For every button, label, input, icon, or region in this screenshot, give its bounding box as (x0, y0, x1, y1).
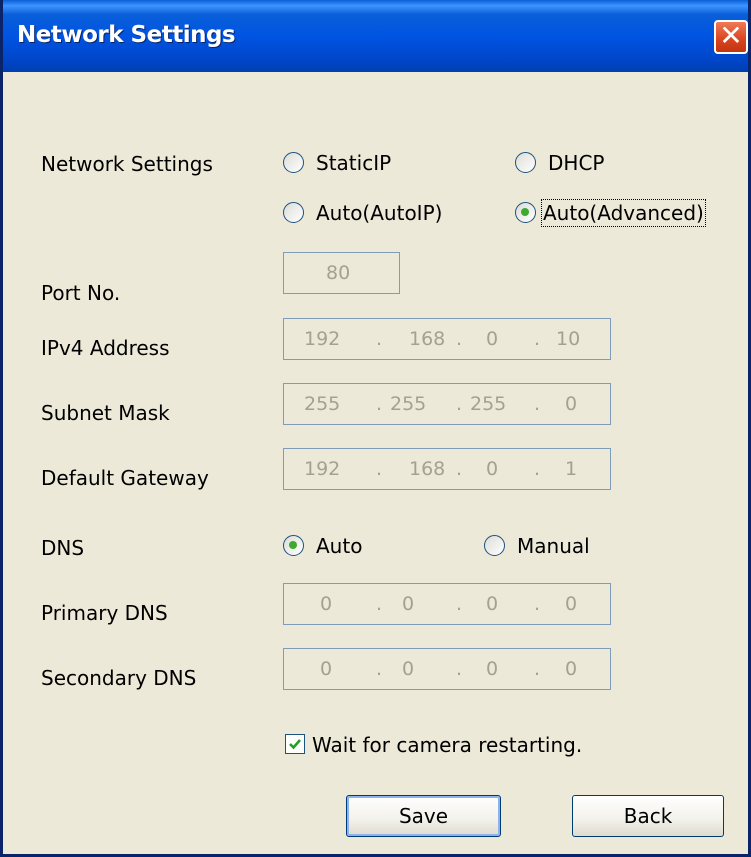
secondary-dns-octet-4: 0 (565, 658, 578, 680)
port-value: 80 (326, 262, 351, 284)
network-settings-label: Network Settings (41, 152, 213, 176)
gateway-octet-1: 192 (304, 458, 341, 480)
ipv4-separator: . (456, 328, 463, 350)
secondary-dns-octet-1: 0 (320, 658, 333, 680)
secondary-dns-label: Secondary DNS (41, 666, 197, 690)
primary-dns-octet-3: 0 (486, 593, 499, 615)
subnet-octet-4: 0 (565, 393, 578, 415)
window-title: Network Settings (17, 22, 236, 48)
checkmark-icon (289, 739, 301, 750)
radio-auto-autoip-label[interactable]: Auto(AutoIP) (316, 201, 442, 225)
subnet-octet-1: 255 (304, 393, 341, 415)
wait-restart-checkbox[interactable] (285, 734, 305, 754)
radio-auto-advanced-label[interactable]: Auto(Advanced) (541, 199, 706, 227)
radio-auto-advanced[interactable] (515, 202, 536, 223)
subnet-separator: . (456, 393, 463, 415)
back-button[interactable]: Back (572, 795, 724, 837)
radio-dns-manual-label[interactable]: Manual (517, 534, 590, 558)
save-button[interactable]: Save (346, 795, 501, 837)
primary-dns-separator: . (456, 593, 463, 615)
primary-dns-octet-1: 0 (320, 593, 333, 615)
subnet-octet-2: 255 (390, 393, 427, 415)
network-settings-dialog: Network Settings ✕ Network Settings Stat… (0, 0, 751, 857)
secondary-dns-field[interactable]: 0 . 0 . 0 . 0 (283, 648, 611, 690)
ipv4-separator: . (376, 328, 383, 350)
radio-auto-autoip[interactable] (283, 202, 304, 223)
ipv4-octet-4: 10 (556, 328, 581, 350)
primary-dns-separator: . (376, 593, 383, 615)
secondary-dns-separator: . (376, 658, 383, 680)
subnet-field[interactable]: 255 . 255 . 255 . 0 (283, 383, 611, 425)
subnet-separator: . (376, 393, 383, 415)
secondary-dns-octet-3: 0 (486, 658, 499, 680)
subnet-octet-3: 255 (470, 393, 507, 415)
gateway-field[interactable]: 192 . 168 . 0 . 1 (283, 448, 611, 490)
ipv4-octet-2: 168 (409, 328, 446, 350)
secondary-dns-octet-2: 0 (402, 658, 415, 680)
wait-restart-label[interactable]: Wait for camera restarting. (312, 733, 582, 757)
radio-selected-dot (521, 208, 529, 216)
radio-dns-manual[interactable] (484, 535, 505, 556)
port-field[interactable]: 80 (283, 252, 400, 294)
primary-dns-field[interactable]: 0 . 0 . 0 . 0 (283, 583, 611, 625)
primary-dns-octet-4: 0 (565, 593, 578, 615)
radio-staticip[interactable] (283, 152, 304, 173)
radio-selected-dot (289, 541, 297, 549)
gateway-label: Default Gateway (41, 466, 209, 490)
gateway-separator: . (456, 458, 463, 480)
radio-dns-auto-label[interactable]: Auto (316, 534, 362, 558)
radio-dhcp[interactable] (515, 152, 536, 173)
ipv4-field[interactable]: 192 . 168 . 0 . 10 (283, 318, 611, 360)
gateway-separator: . (376, 458, 383, 480)
ipv4-octet-1: 192 (304, 328, 341, 350)
secondary-dns-separator: . (456, 658, 463, 680)
gateway-separator: . (534, 458, 541, 480)
subnet-label: Subnet Mask (41, 401, 170, 425)
primary-dns-separator: . (534, 593, 541, 615)
ipv4-octet-3: 0 (486, 328, 499, 350)
subnet-separator: . (534, 393, 541, 415)
gateway-octet-3: 0 (486, 458, 499, 480)
radio-dhcp-label[interactable]: DHCP (548, 151, 604, 175)
port-label: Port No. (41, 281, 121, 305)
gateway-octet-2: 168 (409, 458, 446, 480)
ipv4-label: IPv4 Address (41, 336, 170, 360)
radio-staticip-label[interactable]: StaticIP (316, 151, 391, 175)
ipv4-separator: . (534, 328, 541, 350)
radio-dns-auto[interactable] (283, 535, 304, 556)
close-icon[interactable]: ✕ (714, 20, 748, 54)
primary-dns-octet-2: 0 (402, 593, 415, 615)
gateway-octet-4: 1 (565, 458, 578, 480)
dns-label: DNS (41, 536, 85, 560)
title-bar[interactable]: Network Settings ✕ (3, 0, 748, 72)
primary-dns-label: Primary DNS (41, 601, 168, 625)
secondary-dns-separator: . (534, 658, 541, 680)
